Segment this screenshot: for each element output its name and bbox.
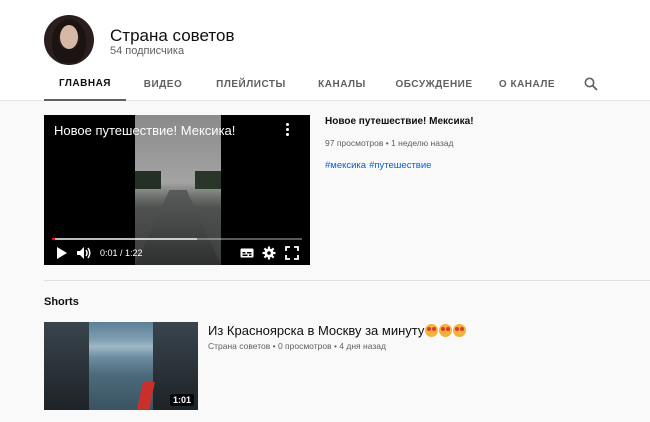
hashtag-link[interactable]: #мексика (325, 160, 366, 171)
search-icon[interactable] (584, 77, 598, 91)
video-trees (135, 171, 221, 189)
channel-header: Страна советов 54 подписчика ГЛАВНАЯ ВИД… (0, 0, 650, 101)
thumbnail-blur-left (44, 322, 89, 410)
play-icon[interactable] (56, 246, 68, 260)
player-title[interactable]: Новое путешествие! Мексика! (54, 123, 235, 138)
star-struck-emoji-icon (453, 324, 467, 337)
progress-played (52, 238, 55, 240)
subscriber-count: 54 подписчика (110, 45, 185, 57)
tab-about[interactable]: О КАНАЛЕ (486, 68, 568, 101)
section-divider (44, 280, 650, 281)
tab-videos[interactable]: ВИДЕО (126, 68, 200, 101)
star-struck-emoji-icon (425, 324, 439, 337)
featured-video-title[interactable]: Новое путешествие! Мексика! (325, 116, 474, 127)
featured-video-tags: #мексика #путешествие (325, 160, 434, 171)
progress-bar[interactable] (52, 238, 302, 240)
hashtag-link[interactable]: #путешествие (369, 160, 431, 171)
tab-home[interactable]: ГЛАВНАЯ (44, 68, 126, 101)
short-title[interactable]: Из Красноярска в Москву за минуту (208, 323, 467, 338)
tab-channels[interactable]: КАНАЛЫ (302, 68, 382, 101)
progress-loaded (52, 238, 197, 240)
video-road (135, 190, 221, 265)
short-meta: Страна советов • 0 просмотров • 4 дня на… (208, 341, 386, 351)
star-struck-emoji-icon (439, 324, 453, 337)
featured-video-player[interactable]: Новое путешествие! Мексика! 0:01 / 1:22 (44, 115, 310, 265)
volume-icon[interactable] (77, 246, 93, 260)
channel-avatar[interactable] (44, 15, 94, 65)
short-thumbnail[interactable]: 1:01 (44, 322, 198, 410)
channel-name: Страна советов (110, 26, 235, 45)
shorts-section-title: Shorts (44, 296, 79, 308)
featured-video-stats: 97 просмотров • 1 неделю назад (325, 138, 454, 148)
channel-tabs: ГЛАВНАЯ ВИДЕО ПЛЕЙЛИСТЫ КАНАЛЫ ОБСУЖДЕНИ… (44, 68, 568, 101)
more-vert-icon[interactable] (284, 123, 290, 137)
fullscreen-icon[interactable] (285, 246, 299, 260)
settings-gear-icon[interactable] (262, 246, 276, 260)
avatar-face (60, 25, 78, 49)
player-time: 0:01 / 1:22 (100, 248, 143, 258)
tab-discussion[interactable]: ОБСУЖДЕНИЕ (382, 68, 486, 101)
duration-badge: 1:01 (169, 394, 194, 406)
subtitles-icon[interactable] (240, 246, 254, 260)
short-title-text: Из Красноярска в Москву за минуту (208, 323, 425, 338)
tab-playlists[interactable]: ПЛЕЙЛИСТЫ (200, 68, 302, 101)
